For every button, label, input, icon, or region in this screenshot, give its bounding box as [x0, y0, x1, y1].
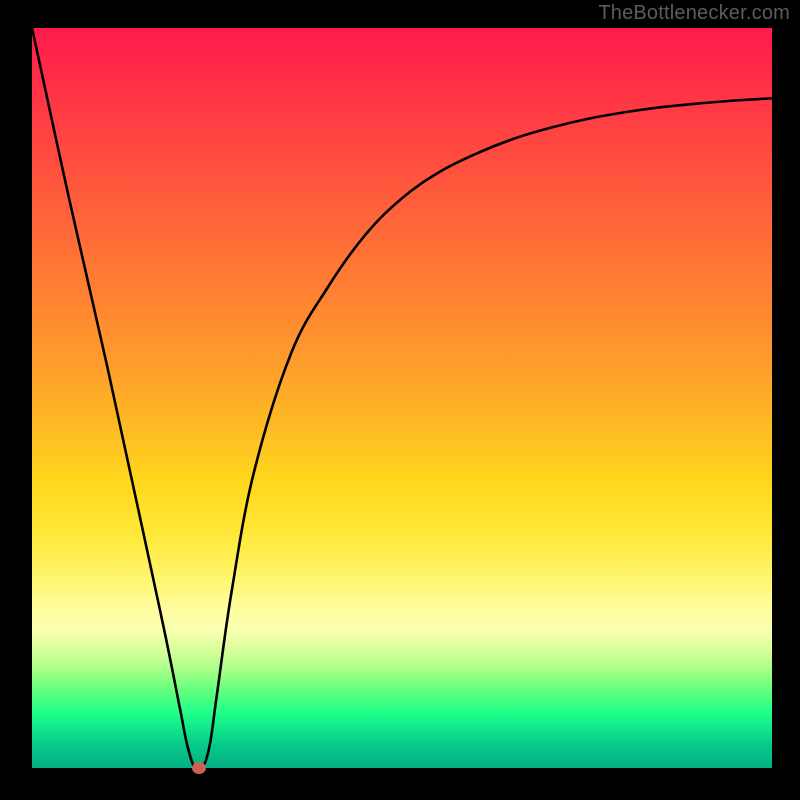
- watermark-text: TheBottlenecker.com: [598, 2, 790, 25]
- chart-frame: TheBottlenecker.com: [0, 0, 800, 800]
- plot-area: [32, 28, 772, 768]
- bottleneck-curve-path: [32, 28, 772, 768]
- bottleneck-curve-svg: [32, 28, 772, 768]
- min-marker: [192, 762, 206, 774]
